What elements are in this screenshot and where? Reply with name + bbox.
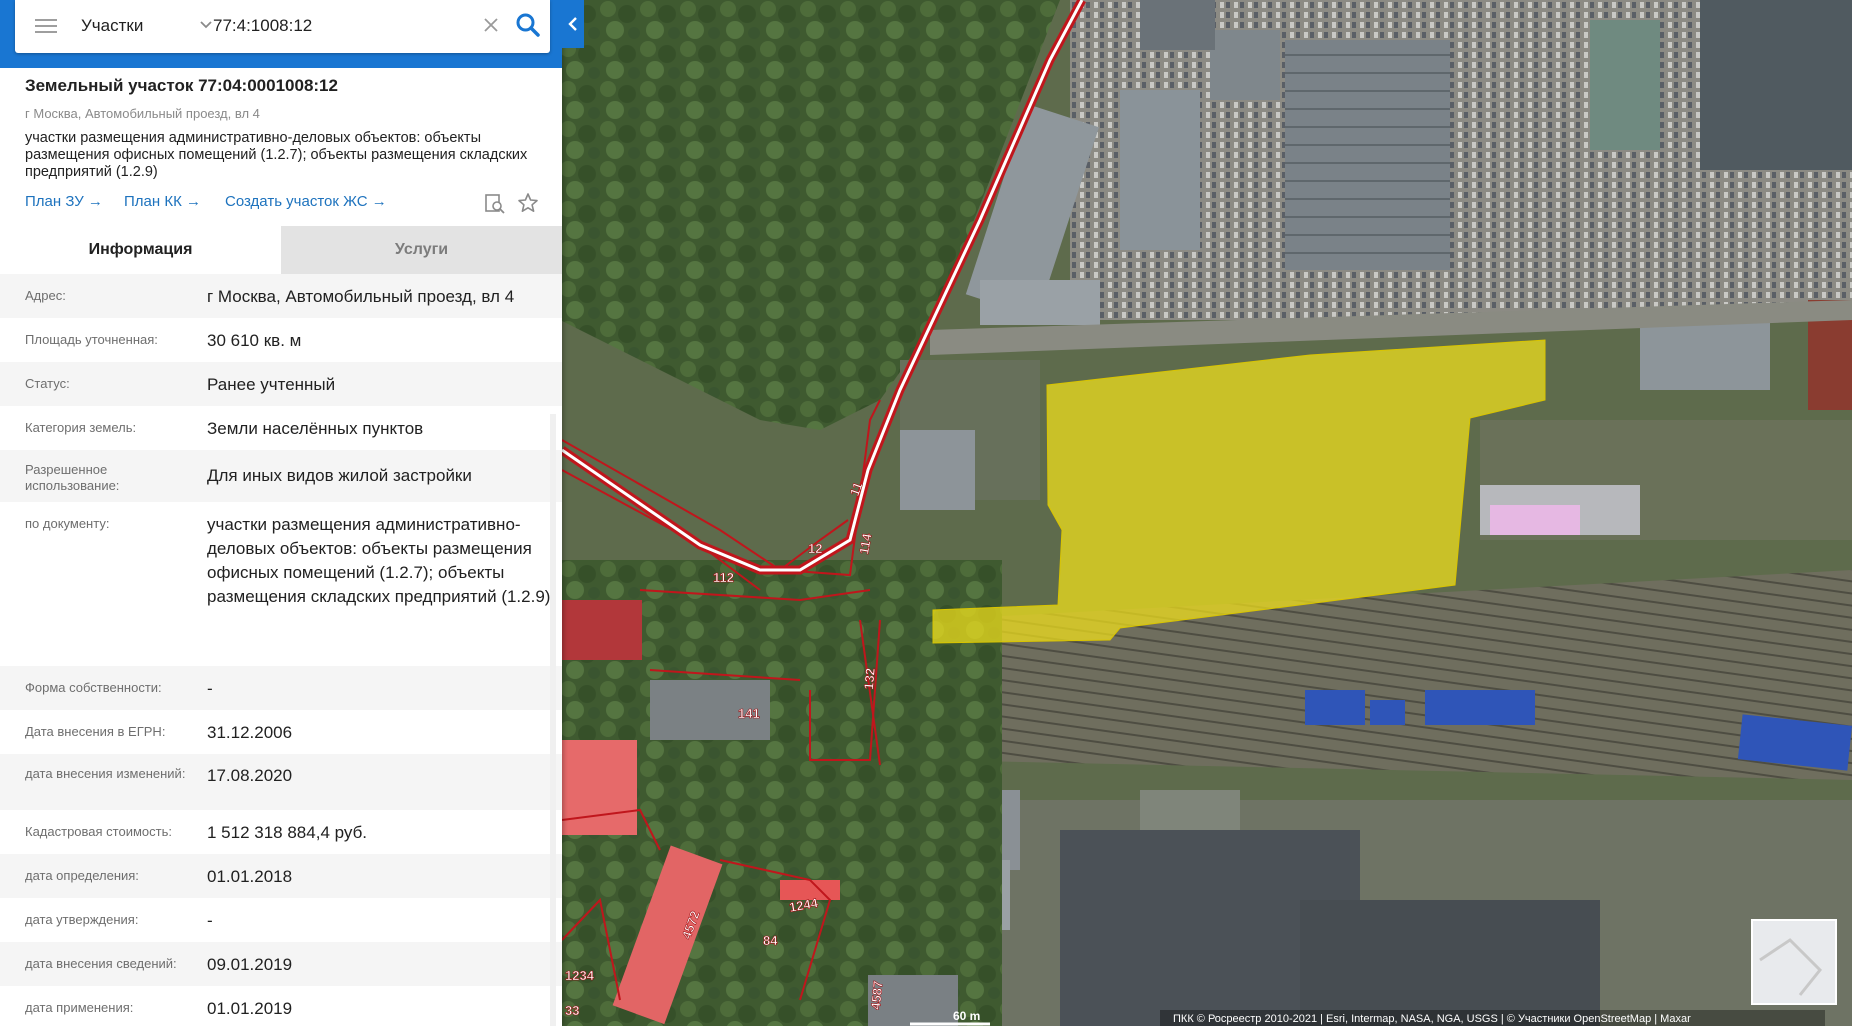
star-icon[interactable] (517, 192, 539, 214)
info-row-value: 01.01.2018 (207, 867, 293, 886)
parcel-label-84: 84 (763, 933, 778, 948)
preview-icon[interactable] (484, 193, 506, 215)
parcel-label-132: 132 (861, 667, 878, 690)
info-row-value: 31.12.2006 (207, 723, 293, 742)
menu-icon[interactable] (35, 16, 57, 36)
category-label: Участки (81, 16, 144, 35)
search-bar: Участки (0, 0, 562, 68)
arrow-right-icon: → (87, 193, 103, 210)
info-row-value: 1 512 318 884,4 руб. (207, 823, 368, 842)
info-row-value: Для иных видов жилой застройки (207, 466, 472, 485)
info-row: дата внесения сведений: 09.01.2019 (0, 942, 562, 986)
tab-information[interactable]: Информация (0, 226, 281, 274)
minimap-thumbnail[interactable] (1751, 919, 1837, 1005)
info-row-label: дата утверждения: (25, 912, 139, 927)
info-row-value: участки размещения административно-делов… (207, 515, 551, 606)
map-attribution: ПКК © Росреестр 2010-2021 | Esri, Interm… (1173, 1013, 1691, 1025)
info-row-label: Площадь уточненная: (25, 332, 158, 347)
info-row-value: г Москва, Автомобильный проезд, вл 4 (207, 287, 515, 306)
tab-services[interactable]: Услуги (281, 226, 562, 274)
info-row: Кадастровая стоимость: 1 512 318 884,4 ру… (0, 810, 562, 854)
info-row-label: Дата внесения в ЕГРН: (25, 724, 166, 739)
collapse-panel-button[interactable] (562, 0, 584, 48)
info-row-label: Статус: (25, 376, 70, 391)
info-row: Адрес: г Москва, Автомобильный проезд, вл… (0, 274, 562, 318)
info-row: по документу: участки размещения админист… (0, 502, 562, 666)
info-row-label: Кадастровая стоимость: (25, 824, 172, 839)
parcel-label-4587: 4587 (868, 980, 885, 1010)
info-row-label: по документу: (25, 516, 110, 531)
arrow-right-icon: → (371, 193, 387, 210)
search-input[interactable] (211, 10, 485, 42)
search-box: Участки (15, 0, 550, 53)
info-row-value: 17.08.2020 (207, 766, 293, 785)
parcel-label-112: 112 (713, 570, 734, 585)
info-row-label: Форма собственности: (25, 680, 162, 695)
scale-label: 60 m (953, 1009, 980, 1023)
info-row: Категория земель: Земли населённых пункто… (0, 406, 562, 450)
arrow-right-icon: → (185, 193, 201, 210)
create-zs-link[interactable]: Создать участок ЖС → (225, 193, 387, 210)
tab-bar: Информация Услуги (0, 226, 562, 274)
parcel-label-12: 12 (808, 541, 822, 556)
info-row: дата утверждения: - (0, 898, 562, 942)
info-row-label: Категория земель: (25, 420, 137, 435)
plan-kk-link[interactable]: План КК → (124, 193, 201, 210)
info-row: дата применения: 01.01.2019 (0, 986, 562, 1026)
plan-zu-link[interactable]: План ЗУ → (25, 193, 103, 210)
parcel-label-141: 141 (738, 706, 760, 721)
parcel-address: г Москва, Автомобильный проезд, вл 4 (25, 106, 260, 121)
info-row: дата определения: 01.01.2018 (0, 854, 562, 898)
info-row: Разрешенное использование: Для иных видов… (0, 450, 562, 502)
info-row-label: дата внесения сведений: (25, 956, 177, 971)
plan-kk-link-label: План КК (124, 193, 182, 210)
info-row-value: - (207, 911, 213, 930)
info-row: дата внесения изменений: 17.08.2020 (0, 754, 562, 810)
info-row-value: 01.01.2019 (207, 999, 293, 1018)
scrollbar[interactable] (550, 414, 556, 1026)
info-table: Адрес: г Москва, Автомобильный проезд, вл… (0, 274, 562, 1026)
parcel-description: участки размещения административно-делов… (25, 130, 528, 180)
search-icon[interactable] (515, 12, 541, 38)
info-row: Площадь уточненная: 30 610 кв. м (0, 318, 562, 362)
info-row: Форма собственности: - (0, 666, 562, 710)
plan-zu-link-label: План ЗУ (25, 193, 84, 210)
parcel-label-1234: 1234 (565, 968, 595, 983)
info-row-value: 30 610 кв. м (207, 331, 302, 350)
info-row: Дата внесения в ЕГРН: 31.12.2006 (0, 710, 562, 754)
parcel-label-33: 33 (565, 1003, 579, 1018)
clear-icon[interactable] (482, 16, 500, 34)
info-row: Статус: Ранее учтенный (0, 362, 562, 406)
info-row-label: дата применения: (25, 1000, 134, 1015)
info-row-label: дата определения: (25, 868, 139, 883)
info-row-label: дата внесения изменений: (25, 766, 186, 781)
collapse-left-icon (568, 17, 577, 31)
parcel-title: Земельный участок 77:04:0001008:12 (25, 76, 338, 95)
info-row-value: Земли населённых пунктов (207, 419, 424, 438)
info-row-label: Разрешенное использование: (25, 462, 120, 493)
info-panel: Участки Земельный участок 77:04:0001008:… (0, 0, 562, 1026)
info-row-label: Адрес: (25, 288, 66, 303)
info-row-value: Ранее учтенный (207, 375, 336, 394)
info-row-value: - (207, 679, 213, 698)
category-select[interactable]: Участки (81, 14, 212, 38)
info-row-value: 09.01.2019 (207, 955, 293, 974)
create-zs-link-label: Создать участок ЖС (225, 193, 368, 210)
